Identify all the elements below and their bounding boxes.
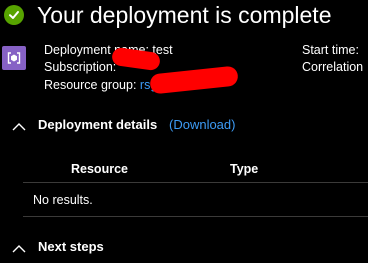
column-header-resource[interactable]: Resource xyxy=(71,161,128,177)
check-circle-icon xyxy=(4,5,24,25)
start-time-label: Start time: xyxy=(302,43,359,57)
subscription-label: Subscription: xyxy=(44,60,117,74)
deployment-details-toggle[interactable] xyxy=(11,120,27,138)
page-title: Your deployment is complete xyxy=(37,2,332,28)
next-steps-title: Next steps xyxy=(38,239,104,254)
table-divider xyxy=(23,216,368,217)
column-header-type[interactable]: Type xyxy=(230,161,258,177)
next-steps-toggle[interactable] xyxy=(11,242,27,260)
correlation-label: Correlation xyxy=(302,60,364,74)
resource-group-label: Resource group: xyxy=(44,78,137,92)
chevron-up-icon xyxy=(12,245,26,253)
chevron-up-icon xyxy=(12,123,26,131)
deployment-cube-icon xyxy=(2,46,26,70)
download-link[interactable]: (Download) xyxy=(169,117,235,133)
table-divider xyxy=(23,182,368,183)
redaction-mark xyxy=(149,65,239,95)
empty-message: No results. xyxy=(33,193,93,207)
deployment-details-title: Deployment details xyxy=(38,117,158,132)
resource-group-row: Resource group: rsg xyxy=(44,77,157,93)
